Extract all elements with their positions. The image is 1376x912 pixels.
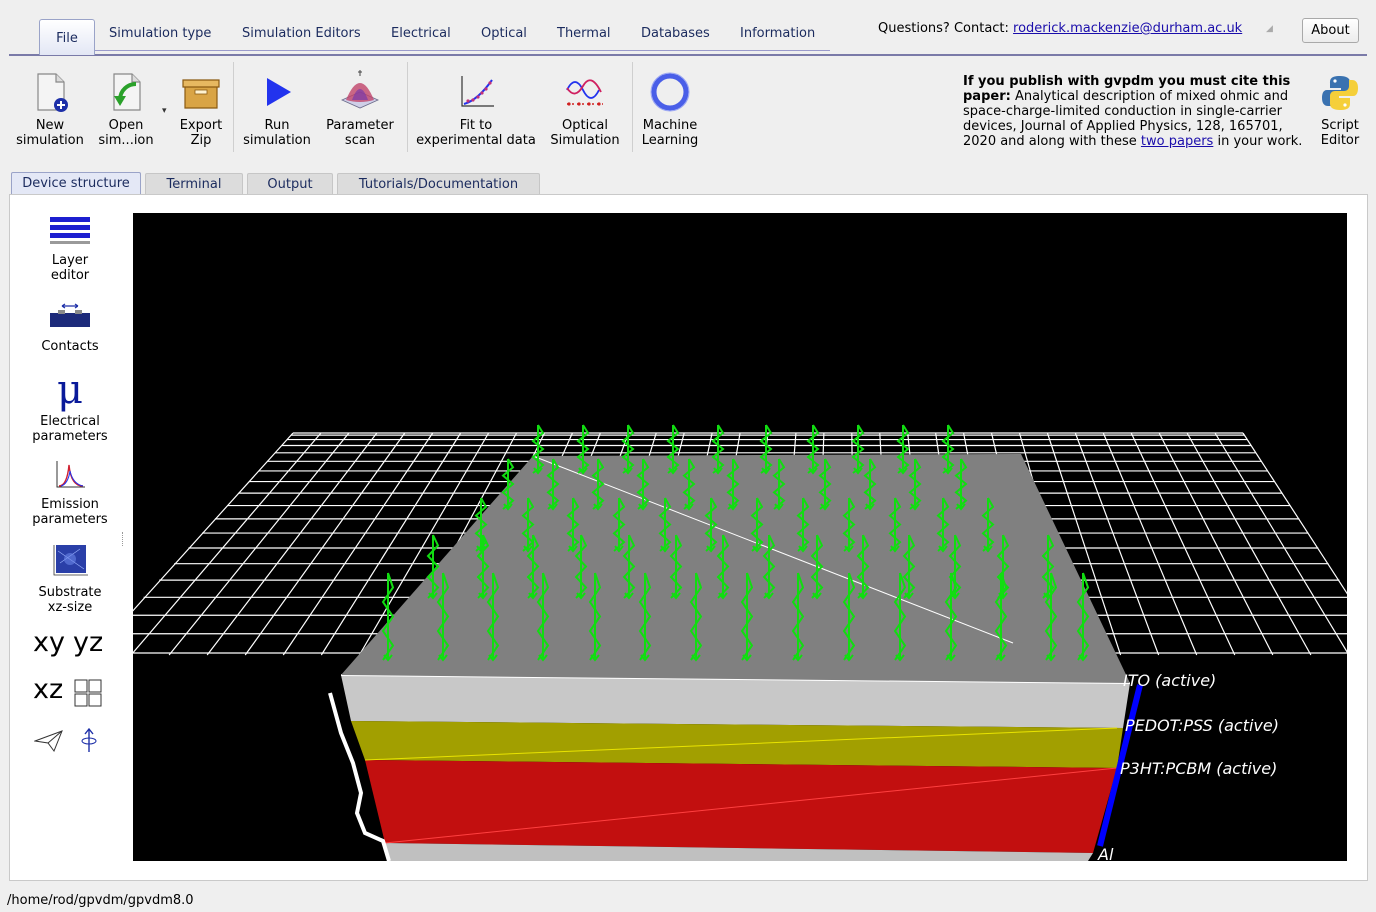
status-path: /home/rod/gpvdm/gpvdm8.0 [7, 893, 194, 908]
menu-tab-simulation-type[interactable]: Simulation type [109, 26, 211, 41]
floor-grid-line [1242, 432, 1347, 595]
fit-to-experimental-data-label: Fit to experimental data [416, 118, 536, 148]
fit-to-experimental-data-button[interactable]: Fit to experimental data [414, 70, 538, 148]
floor-grid-line [1186, 432, 1312, 656]
toolbar-separator [407, 62, 408, 152]
play-icon [267, 78, 291, 106]
floor-grid-line [244, 432, 406, 656]
machine-learning-button[interactable]: Machine Learning [636, 70, 704, 148]
device-3d-view[interactable]: ITO (active) PEDOT:PSS (active) P3HT:PCB… [133, 213, 1347, 861]
layer-label-pedot-pss: PEDOT:PSS (active) [1125, 716, 1279, 735]
rotate-axis-icon[interactable] [80, 728, 98, 754]
menu-tab-file[interactable]: File [39, 19, 95, 55]
optical-simulation-button[interactable]: Optical Simulation [547, 70, 623, 148]
menu-tab-underline [93, 50, 830, 51]
menu-tab-thermal[interactable]: Thermal [557, 26, 611, 41]
device-top-surface [341, 454, 1130, 683]
menu-bar-divider [9, 54, 1367, 56]
layers-icon [50, 217, 90, 244]
package-box-icon [182, 79, 220, 109]
optical-wave-icon [566, 79, 603, 106]
view-xz-button[interactable]: xz [33, 674, 63, 705]
python-logo-icon [1322, 76, 1358, 110]
electrical-parameters-button[interactable]: μ Electrical parameters [15, 370, 125, 444]
mu-icon: μ [57, 367, 83, 413]
menu-tab-electrical[interactable]: Electrical [391, 26, 451, 41]
export-zip-label: Export Zip [179, 118, 223, 148]
parameter-scan-label: Parameter scan [326, 118, 394, 148]
emission-spectrum-icon [56, 461, 85, 488]
paper-plane-icon[interactable] [34, 729, 64, 753]
substrate-grid-icon [53, 545, 88, 576]
layer-editor-button[interactable]: Layer editor [15, 215, 125, 283]
machine-learning-label: Machine Learning [641, 118, 699, 148]
tab-output[interactable]: Output [247, 173, 333, 195]
open-document-icon [113, 73, 141, 111]
script-editor-button[interactable]: Script Editor [1314, 70, 1366, 148]
substrate-xz-size-button[interactable]: Substrate xz-size [15, 543, 125, 615]
new-document-icon [37, 73, 68, 112]
citation-suffix: in your work. [1213, 134, 1303, 149]
two-papers-link[interactable]: two papers [1141, 134, 1213, 149]
menu-tab-information[interactable]: Information [740, 26, 815, 41]
floor-grid-line [168, 432, 350, 656]
menu-tab-optical[interactable]: Optical [481, 26, 527, 41]
surface-plot-icon [341, 70, 379, 109]
menu-bar: File Simulation type Simulation Editors … [0, 0, 1376, 60]
view-yz-button[interactable]: yz [73, 627, 103, 658]
contact-prefix: Questions? Contact: [878, 21, 1014, 36]
contact-email-link[interactable]: roderick.mackenzie@durham.ac.uk [1013, 21, 1242, 36]
toolbar-separator [632, 62, 633, 152]
menu-tab-simulation-editors[interactable]: Simulation Editors [242, 26, 361, 41]
substrate-xz-size-label: Substrate xz-size [38, 585, 102, 615]
script-editor-label: Script Editor [1320, 118, 1360, 148]
contact-line: Questions? Contact: roderick.mackenzie@d… [878, 21, 1242, 36]
tab-tutorials-documentation[interactable]: Tutorials/Documentation [337, 173, 540, 195]
open-simulation-label: Open sim...ion [98, 118, 154, 148]
new-simulation-label: New simulation [16, 118, 84, 148]
fit-curve-icon [461, 76, 494, 107]
tab-device-structure[interactable]: Device structure [11, 172, 141, 196]
layer-label-al: Al [1098, 845, 1114, 861]
emission-parameters-button[interactable]: Emission parameters [15, 459, 125, 527]
optical-simulation-label: Optical Simulation [550, 118, 620, 148]
electrical-parameters-label: Electrical parameters [32, 414, 108, 444]
menu-tab-databases[interactable]: Databases [641, 26, 710, 41]
contacts-button[interactable]: Contacts [15, 303, 125, 354]
floor-grid-line [1158, 432, 1274, 656]
layer-label-ito: ITO (active) [1123, 671, 1217, 690]
view-xy-button[interactable]: xy [33, 627, 65, 658]
run-simulation-label: Run simulation [243, 118, 311, 148]
toolbar-separator [233, 62, 234, 152]
emission-parameters-label: Emission parameters [32, 497, 108, 527]
open-simulation-button[interactable]: Open sim...ion [94, 70, 158, 148]
export-zip-button[interactable]: Export Zip [174, 70, 228, 148]
ring-icon [650, 72, 690, 112]
new-simulation-button[interactable]: New simulation [10, 70, 90, 148]
four-view-grid-icon[interactable] [74, 679, 104, 707]
splitter-handle[interactable] [122, 532, 125, 546]
citation-notice: If you publish with gvpdm you must cite … [963, 74, 1308, 149]
tab-terminal[interactable]: Terminal [145, 173, 243, 195]
about-button[interactable]: About [1302, 18, 1359, 43]
contacts-icon [50, 303, 90, 327]
floor-grid-line [1214, 432, 1347, 653]
resize-grip-icon: ◢ [1266, 24, 1273, 34]
layer-editor-label: Layer editor [50, 253, 90, 283]
layer-ito-face [341, 675, 1130, 728]
open-dropdown-arrow-icon[interactable]: ▾ [162, 106, 167, 116]
parameter-scan-button[interactable]: Parameter scan [322, 70, 398, 148]
run-simulation-button[interactable]: Run simulation [240, 70, 314, 148]
layer-label-p3ht-pcbm: P3HT:PCBM (active) [1120, 759, 1278, 778]
contacts-label: Contacts [41, 339, 99, 354]
